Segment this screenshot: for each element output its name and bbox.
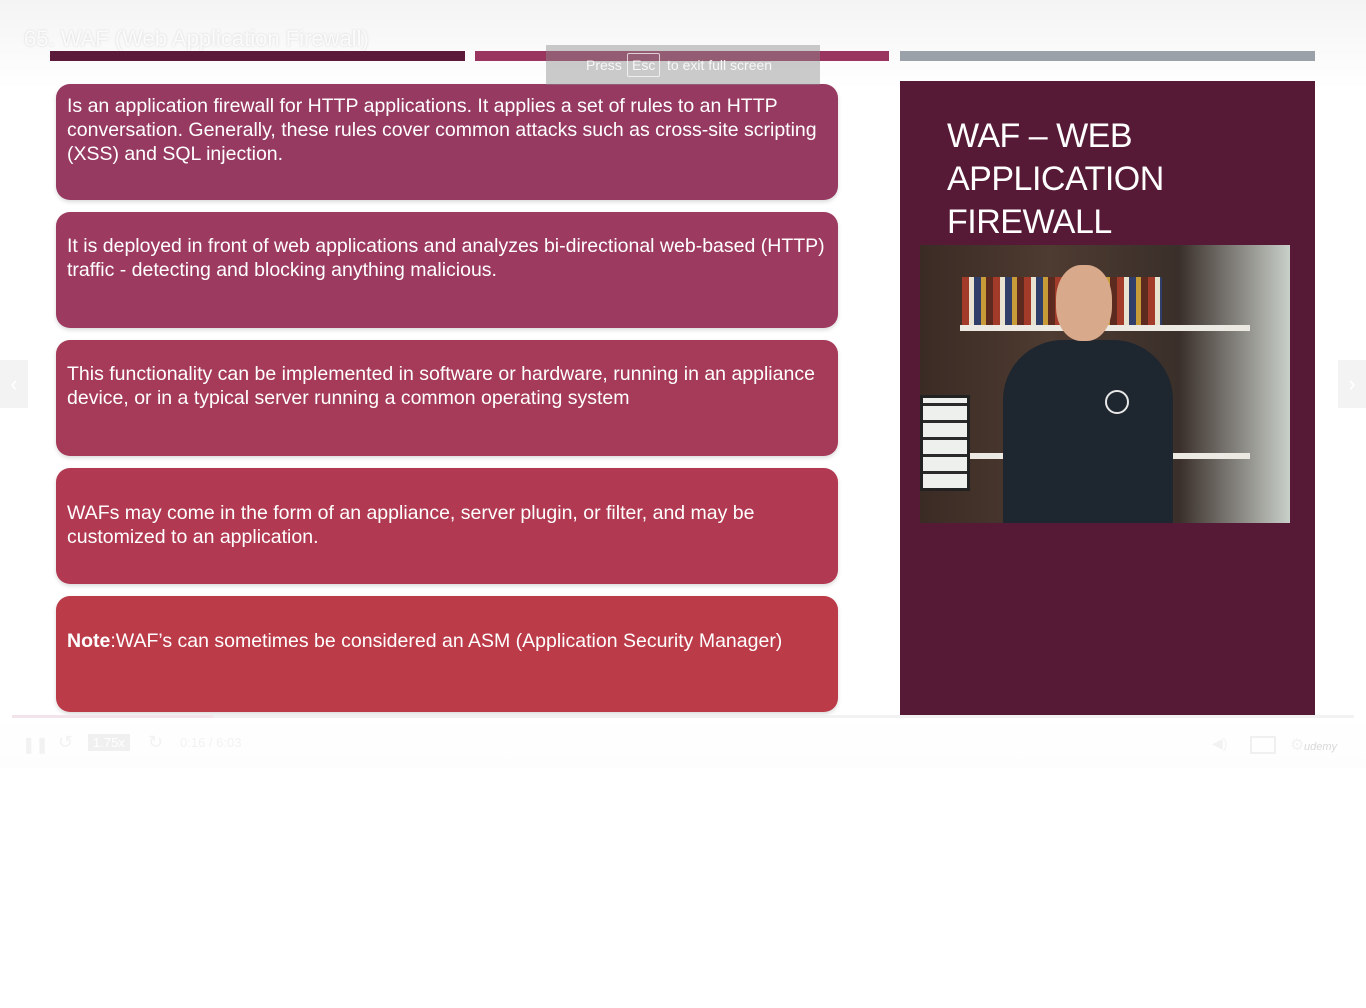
slide-accent-bar-grey <box>900 51 1315 61</box>
instructor-head <box>1056 265 1112 341</box>
hint-esc-key: Esc <box>627 53 661 77</box>
playback-speed-button[interactable]: 1.75x <box>88 734 130 751</box>
forward-icon[interactable]: ↻ <box>148 732 163 753</box>
slide-title: WAF – WEB APPLICATION FIREWALL <box>947 117 1164 241</box>
shirt-logo <box>1105 390 1129 414</box>
hint-press: Press <box>586 57 622 73</box>
paper-lamp <box>920 395 970 491</box>
note-text: :WAF’s can sometimes be considered an AS… <box>110 630 783 652</box>
hint-rest: to exit full screen <box>667 57 773 73</box>
progress-fill <box>12 715 214 718</box>
lecture-title: 65. WAF (Web Application Firewall) <box>24 26 369 51</box>
slide-accent-bar-dark <box>50 51 465 61</box>
instructor-webcam-image <box>920 245 1290 523</box>
slide-note: Note:WAF’s can sometimes be considered a… <box>56 596 838 712</box>
slide-point-3: This functionality can be implemented in… <box>56 340 838 456</box>
slide-point-1: Is an application firewall for HTTP appl… <box>56 84 838 200</box>
video-player[interactable]: 65. WAF (Web Application Firewall) Is an… <box>0 0 1366 768</box>
chevron-right-icon[interactable]: › <box>1338 360 1366 408</box>
rewind-icon[interactable]: ↺ <box>58 732 73 753</box>
chevron-left-icon[interactable]: ‹ <box>0 360 28 408</box>
settings-icon[interactable]: ⚙ <box>1290 735 1304 755</box>
slide-title-panel: WAF – WEB APPLICATION FIREWALL <box>900 81 1315 715</box>
fullscreen-exit-hint: Press Esc to exit full screen <box>546 45 820 85</box>
note-label: Note <box>67 630 111 652</box>
pause-icon[interactable]: ❚❚ <box>22 735 49 755</box>
progress-bar[interactable] <box>12 715 1354 718</box>
slide-point-4: WAFs may come in the form of an applianc… <box>56 468 838 584</box>
volume-icon[interactable]: ◀) <box>1212 735 1227 752</box>
udemy-logo: udemy <box>1304 741 1338 753</box>
time-display: 0:16 / 6:03 <box>180 735 242 750</box>
slide-point-2: It is deployed in front of web applicati… <box>56 212 838 328</box>
player-control-bar: ❚❚ ↺ 1.75x ↻ 0:16 / 6:03 ◀) ⚙ udemy <box>0 715 1366 768</box>
captions-icon[interactable] <box>1250 736 1276 754</box>
instructor-body <box>1003 340 1173 523</box>
